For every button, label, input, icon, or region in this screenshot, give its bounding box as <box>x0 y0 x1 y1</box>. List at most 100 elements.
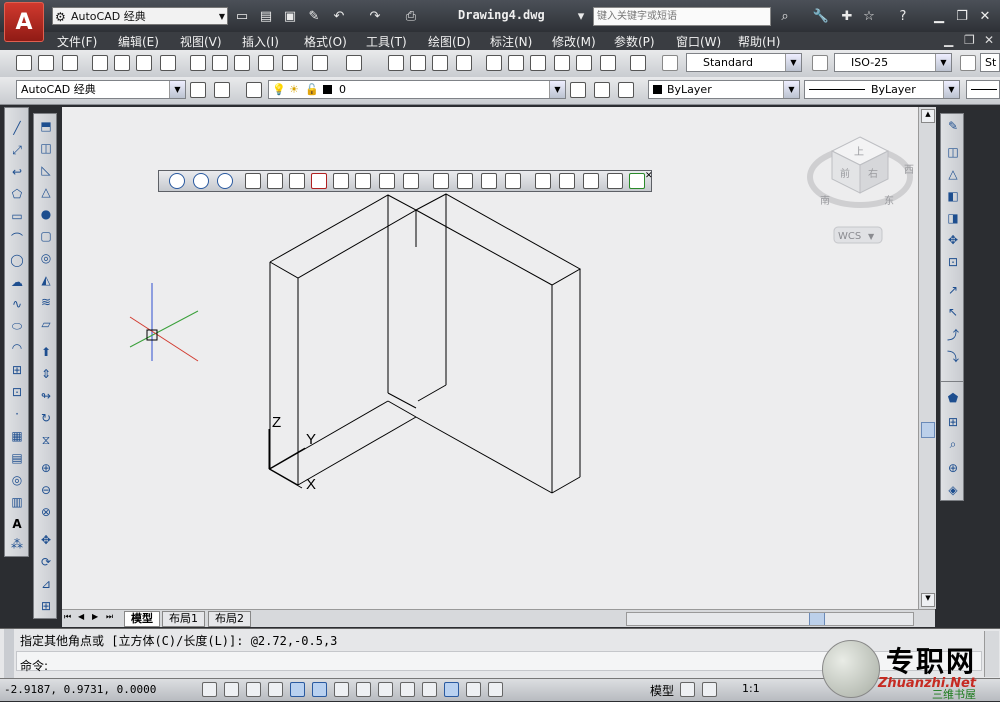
tab-layout1[interactable]: 布局1 <box>162 611 205 627</box>
hatch-icon[interactable]: ▦ <box>9 428 25 444</box>
menu-file[interactable]: 文件(F) <box>57 33 97 50</box>
markup-icon[interactable] <box>576 55 592 71</box>
intersect-icon[interactable]: ⊗ <box>38 504 54 520</box>
tab-last-icon[interactable]: ⏭ <box>106 612 113 622</box>
zoom-previous-icon[interactable] <box>456 55 472 71</box>
offset-faces-icon[interactable]: ⊡ <box>945 254 961 270</box>
search-dropdown-icon[interactable]: ▾ <box>572 7 590 25</box>
polar-tracking-icon[interactable] <box>290 682 305 697</box>
doc-restore-icon[interactable]: ❐ <box>964 33 975 47</box>
menu-tools[interactable]: 工具(T) <box>366 33 407 50</box>
ortho-mode-icon[interactable] <box>268 682 283 697</box>
tab-layout2[interactable]: 布局2 <box>208 611 251 627</box>
scroll-down-icon[interactable]: ▼ <box>921 593 935 607</box>
color-edges-icon[interactable]: ⊞ <box>945 414 961 430</box>
vertical-scrollbar[interactable]: ▲ ▼ <box>918 107 936 609</box>
ucs-x-icon[interactable]: ⤴ <box>945 326 961 342</box>
quick-view-layouts-icon[interactable] <box>680 682 695 697</box>
viewcube-right[interactable]: 右 <box>868 167 878 180</box>
infer-constraints-icon[interactable] <box>202 682 217 697</box>
dim-style-combo[interactable]: ISO-25 ▼ <box>834 53 952 72</box>
polyline-icon[interactable]: ↩ <box>9 164 25 180</box>
presspull-icon[interactable]: ⇕ <box>38 366 54 382</box>
table-icon[interactable]: ▥ <box>9 494 25 510</box>
subscription-icon[interactable]: 🔧 <box>812 7 830 25</box>
imprint-icon[interactable]: ⌕ <box>945 436 961 452</box>
menu-help[interactable]: 帮助(H) <box>738 33 780 50</box>
linetype-combo[interactable]: ByLayer ▼ <box>804 80 960 99</box>
horizontal-scrollbar[interactable] <box>626 612 914 626</box>
command-grip[interactable] <box>4 629 14 679</box>
separate-tb-icon[interactable] <box>535 173 551 189</box>
layer-combo[interactable]: 💡 ☀ 🔓 0 ▼ <box>268 80 566 99</box>
region-icon[interactable]: ◎ <box>9 472 25 488</box>
open-icon[interactable]: ▤ <box>257 7 275 25</box>
workspace-save-icon[interactable] <box>214 82 230 98</box>
3d-array-icon[interactable]: ⊞ <box>38 598 54 614</box>
scroll-thumb[interactable] <box>921 422 935 438</box>
scroll-up-icon[interactable]: ▲ <box>921 109 935 123</box>
ucs-icon[interactable]: ↗ <box>945 282 961 298</box>
hscroll-thumb[interactable] <box>809 613 825 625</box>
help-icon[interactable]: ? <box>894 7 912 25</box>
quick-properties-icon[interactable] <box>466 682 481 697</box>
object-snap-icon[interactable] <box>312 682 327 697</box>
plot-file-icon[interactable] <box>92 55 108 71</box>
arc-icon[interactable]: ⌒ <box>9 230 25 246</box>
helix-icon[interactable]: ≋ <box>38 294 54 310</box>
ellipse-icon[interactable]: ⬭ <box>9 318 25 334</box>
object-snap-tracking-icon[interactable] <box>356 682 371 697</box>
taper-faces-tb-icon[interactable] <box>355 173 371 189</box>
copy-edges-icon[interactable]: ⬟ <box>945 390 961 406</box>
polysolid-icon[interactable]: ⬒ <box>38 118 54 134</box>
sweep-icon[interactable]: ↬ <box>38 388 54 404</box>
viewcube-top[interactable]: 上 <box>854 146 864 158</box>
paste-icon[interactable] <box>234 55 250 71</box>
move-faces-icon[interactable]: ✥ <box>945 232 961 248</box>
planar-surface-icon[interactable]: ▱ <box>38 316 54 332</box>
dynamic-input-icon[interactable] <box>400 682 415 697</box>
wcs-label[interactable]: WCS <box>838 231 861 242</box>
rotate-faces-tb-icon[interactable] <box>333 173 349 189</box>
menu-edit[interactable]: 编辑(E) <box>118 33 159 50</box>
menu-parametric[interactable]: 参数(P) <box>614 33 655 50</box>
close-icon[interactable]: ✕ <box>976 7 994 25</box>
make-current-layer-icon[interactable] <box>570 82 586 98</box>
undo-tb-icon[interactable] <box>312 55 328 71</box>
menu-modify[interactable]: 修改(M) <box>552 33 596 50</box>
union-icon[interactable]: ⊕ <box>38 460 54 476</box>
menu-view[interactable]: 视图(V) <box>180 33 222 50</box>
annotation-scale[interactable]: 1:1 <box>742 682 760 695</box>
dynamic-ucs-icon[interactable] <box>378 682 393 697</box>
help-tb-icon[interactable] <box>630 55 646 71</box>
color-combo[interactable]: ByLayer ▼ <box>648 80 800 99</box>
extrude-icon[interactable]: ⬆ <box>38 344 54 360</box>
3d-move-icon[interactable]: ✥ <box>38 532 54 548</box>
close-toolbar-icon[interactable]: ✕ <box>645 171 653 181</box>
quick-view-drawings-icon[interactable] <box>702 682 717 697</box>
dim-style-icon[interactable] <box>812 55 828 71</box>
box-icon[interactable]: ◫ <box>38 140 54 156</box>
3d-dwf-icon[interactable] <box>160 55 176 71</box>
tab-next-icon[interactable]: ▶ <box>92 612 98 621</box>
torus-icon[interactable]: ◎ <box>38 250 54 266</box>
loft-icon[interactable]: ⧖ <box>38 432 54 448</box>
sheet-set-icon[interactable] <box>554 55 570 71</box>
copy-edges-tb-icon[interactable] <box>433 173 449 189</box>
clean-tb-icon[interactable] <box>505 173 521 189</box>
redo-tb-icon[interactable] <box>346 55 362 71</box>
revolve-icon[interactable]: ↻ <box>38 410 54 426</box>
color-faces-tb-icon[interactable] <box>403 173 419 189</box>
slice-tb-icon[interactable] <box>607 173 623 189</box>
ucs-y-icon[interactable]: ⤵ <box>945 348 961 364</box>
apply-tb-icon[interactable] <box>629 173 645 189</box>
model-space-label[interactable]: 模型 <box>650 682 674 699</box>
workspace-settings-icon[interactable] <box>190 82 206 98</box>
viewcube-south[interactable]: 南 <box>820 194 830 207</box>
rectangle-icon[interactable]: ▭ <box>9 208 25 224</box>
quickcalc-icon[interactable] <box>600 55 616 71</box>
redo-icon[interactable]: ↷ <box>366 7 384 25</box>
sphere-icon[interactable]: ● <box>38 206 54 222</box>
cylinder-icon[interactable]: ▢ <box>38 228 54 244</box>
search-input[interactable]: 键入关键字或短语 <box>593 7 771 26</box>
